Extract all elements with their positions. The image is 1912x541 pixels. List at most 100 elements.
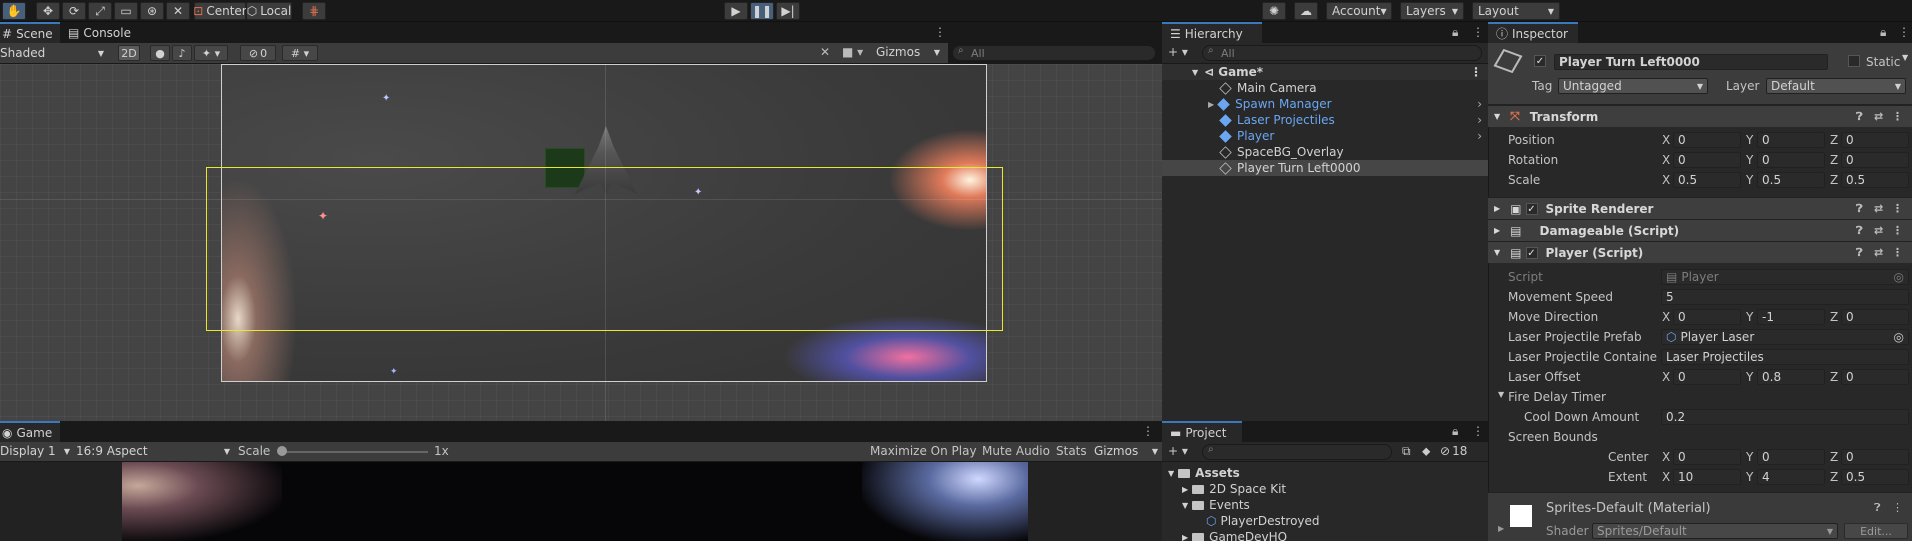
panel-menu-icon[interactable]: ⋮ [934, 25, 946, 39]
sprite-renderer-component-header[interactable]: ▶ ▣ ✓ Sprite Renderer ❓︎ ⇄ ⋮ [1488, 197, 1912, 219]
rotation-x-input[interactable]: 0 [1673, 152, 1741, 168]
game-gizmos-dropdown[interactable]: Gizmos ▼ [1094, 444, 1158, 458]
maximize-on-play-toggle[interactable]: Maximize On Play [870, 444, 977, 458]
grid-snap-icon[interactable]: ⋕ [302, 2, 326, 20]
project-item-assets[interactable]: ▼ Assets [1162, 465, 1488, 481]
center-x-input[interactable]: 0 [1673, 449, 1741, 465]
tab-scene[interactable]: # Scene [0, 22, 60, 43]
pause-button[interactable]: ❚❚ [750, 2, 774, 20]
project-item-events[interactable]: ▼ Events [1162, 497, 1488, 513]
display-dropdown[interactable]: Display 1 ▼ [0, 444, 70, 458]
extent-y-input[interactable]: 4 [1757, 469, 1825, 485]
laser-offset-z-input[interactable]: 0 [1841, 369, 1909, 385]
laser-prefab-field[interactable]: ⬡ Player Laser ◎ [1661, 329, 1909, 345]
2d-toggle-button[interactable]: 2D [118, 45, 140, 61]
object-picker-icon[interactable]: ◎ [1894, 330, 1904, 344]
panel-menu-icon[interactable]: ⋮ [1898, 25, 1910, 39]
expand-arrow-icon[interactable]: ▶ [1182, 485, 1188, 494]
hidden-objects-toggle[interactable]: ⊘ 0 [240, 45, 276, 61]
layer-dropdown[interactable]: Default ▼ [1766, 78, 1906, 94]
cloud-icon[interactable]: ☁ [1294, 2, 1318, 20]
position-z-input[interactable]: 0 [1841, 132, 1909, 148]
audio-toggle-icon[interactable]: ♪ [172, 45, 192, 61]
fire-delay-foldout[interactable]: ▼ Fire Delay Timer [1498, 390, 1606, 404]
scale-z-input[interactable]: 0.5 [1841, 172, 1909, 188]
movement-speed-input[interactable]: 5 [1661, 289, 1909, 305]
expand-arrow-icon[interactable]: ▼ [1192, 68, 1198, 77]
layers-dropdown[interactable]: Layers ▼ [1400, 2, 1464, 20]
move-direction-x-input[interactable]: 0 [1673, 309, 1741, 325]
panel-menu-icon[interactable]: ⋮ [1142, 424, 1154, 438]
tools-icon[interactable]: ✕ [820, 45, 830, 59]
layout-dropdown[interactable]: Layout ▼ [1472, 2, 1560, 20]
enabled-checkbox[interactable]: ✓ [1525, 202, 1538, 215]
filter-type-icon[interactable]: ⧉ [1402, 444, 1411, 459]
object-name-input[interactable]: Player Turn Left0000 [1554, 54, 1828, 70]
hierarchy-item-player-turn-left[interactable]: Player Turn Left0000 [1162, 160, 1488, 176]
mute-audio-toggle[interactable]: Mute Audio [982, 444, 1050, 458]
help-icon[interactable]: ❓︎ [1856, 110, 1863, 124]
rotate-tool-icon[interactable]: ⟳ [62, 2, 86, 20]
tab-game[interactable]: ◉ Game [0, 421, 60, 442]
shading-mode-dropdown[interactable]: Shaded ▼ [0, 45, 108, 61]
preset-icon[interactable]: ⇄ [1874, 224, 1883, 237]
enabled-checkbox[interactable]: ✓ [1525, 246, 1538, 259]
extent-z-input[interactable]: 0.5 [1841, 469, 1909, 485]
move-direction-z-input[interactable]: 0 [1841, 309, 1909, 325]
center-z-input[interactable]: 0 [1841, 449, 1909, 465]
scene-viewport[interactable]: ✦ ✦ ✦ ✦ [0, 64, 1162, 421]
component-menu-icon[interactable]: ⋮ [1892, 501, 1903, 514]
laser-offset-y-input[interactable]: 0.8 [1757, 369, 1825, 385]
hierarchy-item-player[interactable]: Player › [1162, 128, 1488, 144]
scene-search-input[interactable]: All [952, 45, 1156, 61]
lock-icon[interactable]: 🔒︎ [1452, 25, 1458, 40]
tab-inspector[interactable]: ⓘ Inspector [1488, 22, 1578, 43]
hand-tool-icon[interactable]: ✋ [2, 2, 26, 20]
player-script-component-header[interactable]: ▼ ▤ ✓ Player (Script) ❓︎ ⇄ ⋮ [1488, 241, 1912, 263]
project-search-input[interactable] [1202, 444, 1392, 460]
scale-x-input[interactable]: 0.5 [1673, 172, 1741, 188]
rect-tool-icon[interactable]: ▭ [114, 2, 138, 20]
component-menu-icon[interactable]: ⋮ [1892, 110, 1903, 123]
transform-component-header[interactable]: ▼ ⤧ Transform ❓︎ ⇄ ⋮ [1488, 105, 1912, 127]
lighting-toggle-icon[interactable]: ● [150, 45, 170, 61]
hidden-packages-toggle[interactable]: ⊘ 18 [1440, 444, 1467, 458]
rotation-z-input[interactable]: 0 [1841, 152, 1909, 168]
help-icon[interactable]: ❓︎ [1856, 224, 1863, 238]
chevron-right-icon[interactable]: › [1477, 129, 1482, 143]
hierarchy-item-spawn-manager[interactable]: ▶ Spawn Manager › [1162, 96, 1488, 112]
hierarchy-item-game[interactable]: ▼ ⊲ Game* ⋮ [1162, 64, 1488, 80]
preset-icon[interactable]: ⇄ [1874, 110, 1883, 123]
project-item-gamedevhq[interactable]: ▶ GameDevHQ [1162, 529, 1488, 541]
chevron-down-icon[interactable]: ▼ [1902, 53, 1908, 62]
camera-dropdown-icon[interactable]: ■ ▾ [842, 45, 863, 59]
shader-dropdown[interactable]: Sprites/Default ▼ [1592, 523, 1838, 539]
services-icon[interactable]: ✺ [1262, 2, 1286, 20]
scale-tool-icon[interactable]: ⤢ [88, 2, 112, 20]
panel-menu-icon[interactable]: ⋮ [1472, 25, 1484, 39]
expand-arrow-icon[interactable]: ▼ [1168, 469, 1174, 478]
component-menu-icon[interactable]: ⋮ [1892, 224, 1903, 237]
add-object-icon[interactable]: + ▾ [1168, 45, 1188, 59]
laser-container-field[interactable]: Laser Projectiles [1661, 349, 1909, 365]
create-asset-icon[interactable]: + ▾ [1168, 444, 1188, 458]
tag-dropdown[interactable]: Untagged ▼ [1558, 78, 1708, 94]
position-y-input[interactable]: 0 [1757, 132, 1825, 148]
expand-arrow-icon[interactable]: ▼ [1182, 501, 1188, 510]
scale-slider[interactable] [278, 451, 428, 453]
preset-icon[interactable]: ⇄ [1874, 246, 1883, 259]
stats-toggle[interactable]: Stats [1056, 444, 1087, 458]
laser-offset-x-input[interactable]: 0 [1673, 369, 1741, 385]
edit-shader-button[interactable]: Edit... [1844, 523, 1908, 539]
account-dropdown[interactable]: Account ▼ [1326, 2, 1392, 20]
chevron-right-icon[interactable]: › [1477, 113, 1482, 127]
pivot-center-button[interactable]: ⊡ Center [193, 2, 247, 20]
scene-gizmos-dropdown[interactable]: Gizmos ▼ [876, 45, 940, 59]
help-icon[interactable]: ❓︎ [1874, 501, 1881, 515]
component-menu-icon[interactable]: ⋮ [1892, 246, 1903, 259]
scale-slider-handle[interactable] [277, 446, 287, 456]
custom-tool-icon[interactable]: ✕ [166, 2, 190, 20]
move-tool-icon[interactable]: ✥ [36, 2, 60, 20]
hierarchy-item-spacebg-overlay[interactable]: SpaceBG_Overlay [1162, 144, 1488, 160]
scale-y-input[interactable]: 0.5 [1757, 172, 1825, 188]
